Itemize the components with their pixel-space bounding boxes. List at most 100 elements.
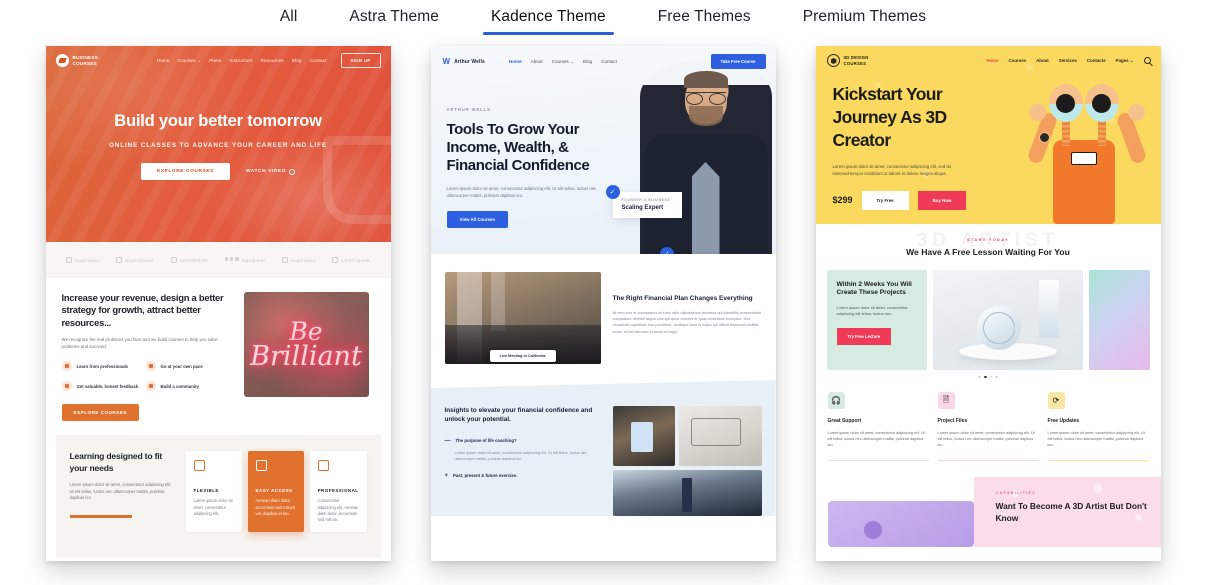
client-logo: LOGOIPSUM xyxy=(170,257,208,263)
hero-title: Build your better tomorrow xyxy=(114,112,322,130)
badge-value: Scaling Expert xyxy=(621,205,664,211)
logo-mark-icon xyxy=(55,54,69,67)
faq-item-closed[interactable]: + Past, present & future exercise. xyxy=(445,473,601,479)
slide-title: Within 2 Weeks You Will Create These Pro… xyxy=(836,280,912,297)
beard-shape xyxy=(688,106,723,126)
hero-title: Tools To Grow Your Income, Wealth, & Fin… xyxy=(446,121,590,174)
view-all-courses-button[interactable]: View All Courses xyxy=(446,211,508,229)
refresh-icon: ⟳ xyxy=(1047,392,1065,410)
take-free-course-button[interactable]: Take Free Course xyxy=(710,54,766,69)
site-logo[interactable]: 3D DESIGN COURSES xyxy=(826,54,869,67)
nav-item-about[interactable]: About xyxy=(1036,58,1049,63)
try-free-lecture-button[interactable]: Try Free Lecture xyxy=(836,328,892,346)
nav-item-about[interactable]: About xyxy=(531,59,543,65)
watch-video-button[interactable]: WATCH VIDEO xyxy=(245,168,296,175)
mascot-eye xyxy=(1084,84,1119,122)
learning-tile-flexible[interactable]: FLEXIBLE Lorem ipsum dolor sit amet, con… xyxy=(185,451,242,533)
carousel-dot[interactable] xyxy=(995,375,998,379)
feature-great-support: 🎧 Great Support Lorem ipsum dolor sit am… xyxy=(827,392,929,462)
feedback-icon xyxy=(61,381,72,392)
carousel-dot[interactable] xyxy=(989,375,993,379)
site-logo[interactable]: W Arthur Wells xyxy=(443,57,485,66)
logo-line-1: BUSINESS xyxy=(72,54,98,60)
explore-courses-secondary-button[interactable]: EXPLORE COURSES xyxy=(61,404,139,422)
feature-label: Go at your own pace xyxy=(160,363,203,369)
carousel-slide-image-1[interactable] xyxy=(932,269,1083,370)
nav-item-contact[interactable]: Contact xyxy=(601,59,617,65)
explore-courses-button[interactable]: EXPLORE COURSES xyxy=(140,163,230,180)
nav-item-contact[interactable]: Contact xyxy=(310,58,327,63)
tab-kadence-theme[interactable]: Kadence Theme xyxy=(465,4,632,35)
financial-plan-section: Live Meeting in California The Right Fin… xyxy=(431,254,776,364)
tab-all[interactable]: All xyxy=(254,4,324,35)
nav-item-contacts[interactable]: Contacts xyxy=(1087,58,1106,63)
carousel-dots[interactable] xyxy=(816,375,1161,379)
hero-title: Kickstart Your Journey As 3D Creator xyxy=(832,84,948,150)
gallery-image-desk xyxy=(678,406,762,466)
feature-label: Learn from professionals xyxy=(76,363,129,369)
tile-text: Aenean diam dolor, accumsan sed rutrum v… xyxy=(255,498,295,516)
learning-copy: Learning designed to fit your needs Lore… xyxy=(69,451,174,532)
nav-item-blog[interactable]: Blog xyxy=(292,58,302,63)
faq-item-open[interactable]: — The purpose of life coaching? xyxy=(445,438,601,444)
nav-menu: Home Courses ⌄ Plans Instructors Resourc… xyxy=(157,53,381,68)
client-logo-label: LOGO ipsum xyxy=(341,257,370,263)
nav-item-courses[interactable]: Courses ⌄ xyxy=(552,59,574,65)
hero-section: W Arthur Wells Home About Courses ⌄ Blog… xyxy=(430,46,776,254)
logo-text: 3D DESIGN COURSES xyxy=(844,55,869,65)
theme-card-business-courses[interactable]: BUSINESS COURSES Home Courses ⌄ Plans In… xyxy=(45,46,391,561)
check-badge-icon xyxy=(61,361,72,372)
faq-accordion: — The purpose of life coaching? Lorem ip… xyxy=(445,438,601,479)
client-logo: logoipsum xyxy=(224,257,265,263)
accent-rule xyxy=(69,515,132,518)
sign-up-button[interactable]: SIGN UP xyxy=(340,53,381,68)
nav-item-plans[interactable]: Plans xyxy=(209,58,221,63)
minus-icon: — xyxy=(444,438,451,445)
tile-title: EASY ACCESS xyxy=(255,488,293,494)
tab-astra-theme[interactable]: Astra Theme xyxy=(323,4,465,35)
try-free-button[interactable]: Try Free xyxy=(861,190,909,210)
faq-question: The purpose of life coaching? xyxy=(455,438,517,444)
nav-item-blog[interactable]: Blog xyxy=(583,59,592,65)
nav-menu: Home Courses About Services Contacts Pag… xyxy=(986,57,1151,64)
carousel-slide-image-2[interactable] xyxy=(1088,269,1150,370)
learning-section: Learning designed to fit your needs Lore… xyxy=(55,435,381,559)
slide-text: Lorem ipsum dolor sit amet, consectetur … xyxy=(836,304,908,316)
pace-icon xyxy=(145,361,156,372)
theme-card-3d-design-courses[interactable]: 3D DESIGN COURSES Home Courses About Ser… xyxy=(815,46,1161,561)
nav-item-instructors[interactable]: Instructors xyxy=(229,58,252,63)
theme-card-arthur-wells[interactable]: W Arthur Wells Home About Courses ⌄ Blog… xyxy=(430,46,776,561)
hero-section: 3D DESIGN COURSES Home Courses About Ser… xyxy=(815,46,1161,224)
classroom-photo: Live Meeting in California xyxy=(444,272,601,364)
learning-tile-easy-access[interactable]: EASY ACCESS Aenean diam dolor, accumsan … xyxy=(247,451,304,533)
feature-text: Lorem ipsum dolor sit amet, consectetur … xyxy=(1047,431,1145,448)
buy-now-button[interactable]: Buy Now xyxy=(917,190,967,210)
search-icon[interactable] xyxy=(1143,57,1151,64)
nav-item-services[interactable]: Services xyxy=(1059,58,1077,63)
headset-icon: 🎧 xyxy=(827,392,845,410)
nav-item-courses[interactable]: Courses xyxy=(1009,58,1027,63)
carousel-dot[interactable] xyxy=(978,375,981,379)
hero-subtitle: ONLINE CLASSES TO ADVANCE YOUR CAREER AN… xyxy=(109,142,327,149)
learning-tile-professional[interactable]: PROFESSIONAL Consectetur adipiscing elit… xyxy=(309,451,367,533)
laptop-icon xyxy=(255,460,267,472)
site-nav: 3D DESIGN COURSES Home Courses About Ser… xyxy=(816,46,1161,67)
tab-premium-themes[interactable]: Premium Themes xyxy=(777,4,952,35)
watch-video-label: WATCH VIDEO xyxy=(245,169,287,174)
logo-text: BUSINESS COURSES xyxy=(73,55,99,66)
nav-item-resources[interactable]: Resources xyxy=(261,58,284,63)
tile-text: Lorem ipsum dolor sit amet, consectetur … xyxy=(193,498,233,516)
insights-gallery xyxy=(612,406,762,516)
nav-item-home[interactable]: Home xyxy=(986,58,998,63)
value-copy: Increase your revenue, design a better s… xyxy=(61,292,230,422)
nav-item-pages[interactable]: Pages ⌄ xyxy=(1116,58,1134,64)
nav-item-home[interactable]: Home xyxy=(157,58,170,63)
nav-item-home[interactable]: Home xyxy=(509,59,522,65)
nav-item-courses[interactable]: Courses ⌄ xyxy=(178,58,202,64)
live-meeting-badge[interactable]: Live Meeting in California xyxy=(489,350,556,362)
site-logo[interactable]: BUSINESS COURSES xyxy=(55,54,99,67)
feature-text: Lorem ipsum dolor sit amet, consectetur … xyxy=(937,431,1035,448)
tab-free-themes[interactable]: Free Themes xyxy=(632,4,777,35)
mascot-mouth xyxy=(1070,152,1097,165)
carousel-dot-active[interactable] xyxy=(983,375,987,379)
